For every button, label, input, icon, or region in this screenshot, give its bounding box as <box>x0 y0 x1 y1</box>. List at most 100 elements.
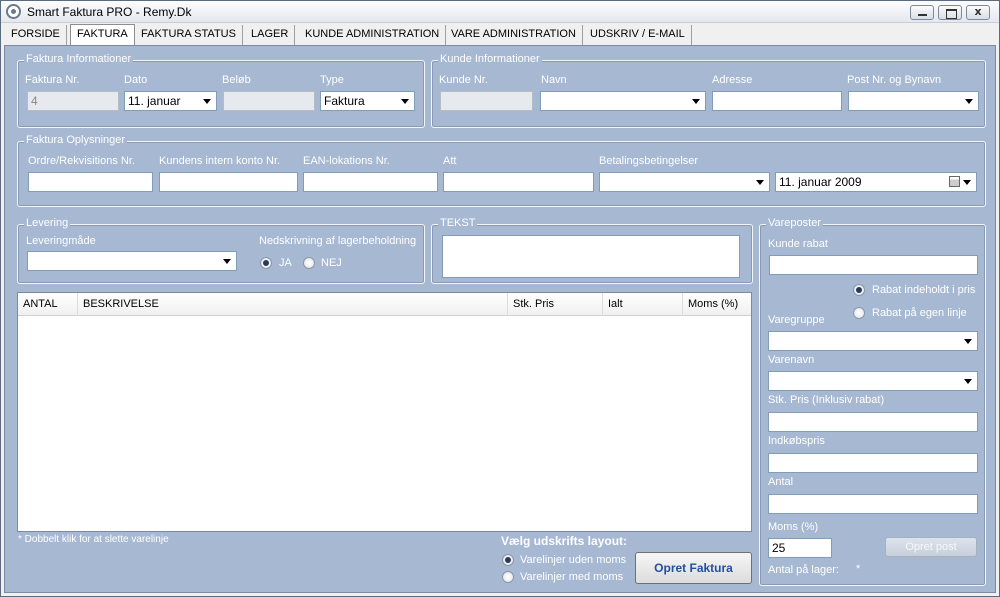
antal-lager-value: * <box>856 563 861 575</box>
adresse-field[interactable] <box>712 91 842 111</box>
varegruppe-label: Varegruppe <box>768 314 825 326</box>
belob-label: Beløb <box>222 74 251 86</box>
antal-field[interactable] <box>768 494 978 514</box>
opret-post-button[interactable]: Opret post <box>885 537 977 557</box>
layout-uden-moms-label: Varelinjer uden moms <box>520 554 627 566</box>
tab-forside[interactable]: FORSIDE <box>5 25 67 45</box>
opret-faktura-button[interactable]: Opret Faktura <box>635 552 752 584</box>
faktura-oplys-legend: Faktura Oplysninger <box>24 134 128 146</box>
calendar-icon[interactable] <box>949 176 960 187</box>
faktura-nr-label: Faktura Nr. <box>25 74 80 86</box>
konto-field[interactable] <box>159 172 298 192</box>
navn-label: Navn <box>541 74 567 86</box>
kunde-info-group: Kunde Informationer Kunde Nr. Navn Adres… <box>431 53 986 128</box>
faktura-nr-field[interactable]: 4 <box>27 91 119 111</box>
close-icon: x <box>974 5 982 18</box>
adresse-label: Adresse <box>712 74 753 86</box>
att-label: Att <box>443 155 457 167</box>
delete-hint: * Dobbelt klik for at slette varelinje <box>18 534 169 545</box>
kunde-rabat-field[interactable] <box>769 255 978 275</box>
col-antal[interactable]: ANTAL <box>18 293 78 316</box>
leveringmade-label: Leveringmåde <box>26 235 96 247</box>
col-stk-pris[interactable]: Stk. Pris <box>508 293 603 316</box>
ordre-label: Ordre/Rekvisitions Nr. <box>28 155 135 167</box>
tab-lager[interactable]: LAGER <box>245 25 296 45</box>
faktura-info-group: Faktura Informationer Faktura Nr. 4 Dato… <box>17 53 425 128</box>
levering-group: Levering Leveringmåde Nedskrivning af la… <box>17 217 425 284</box>
minimize-button[interactable] <box>910 5 934 20</box>
ja-label: JA <box>279 257 292 269</box>
konto-label: Kundens intern konto Nr. <box>159 155 281 167</box>
tab-udskriv-email[interactable]: UDSKRIV / E-MAIL <box>584 25 692 45</box>
post-label: Post Nr. og Bynavn <box>847 74 942 86</box>
kunde-nr-field[interactable] <box>440 91 533 111</box>
title-bar: Smart Faktura PRO - Remy.Dk x <box>1 1 999 23</box>
layout-med-moms-label: Varelinjer med moms <box>520 571 624 583</box>
tab-faktura-status[interactable]: FAKTURA STATUS <box>135 25 243 45</box>
dato-picker[interactable]: 11. januar <box>124 91 217 111</box>
stk-pris-label: Stk. Pris (Inklusiv rabat) <box>768 394 885 406</box>
antal-lager-label: Antal på lager: <box>768 564 839 576</box>
type-label: Type <box>320 74 344 86</box>
ja-radio[interactable] <box>260 257 272 269</box>
tab-faktura[interactable]: FAKTURA <box>70 24 135 46</box>
layout-label: Vælg udskrifts layout: <box>501 534 628 548</box>
kunde-rabat-label: Kunde rabat <box>768 238 828 250</box>
betaling-select[interactable] <box>599 172 770 192</box>
nedskrivning-label: Nedskrivning af lagerbeholdning <box>259 235 417 247</box>
betaling-date-picker[interactable]: 11. januar 2009 <box>775 172 977 192</box>
tab-bar: FORSIDE FAKTURA FAKTURA STATUS LAGER KUN… <box>1 23 999 46</box>
layout-uden-moms-radio[interactable] <box>502 554 514 566</box>
app-window: Smart Faktura PRO - Remy.Dk x FORSIDE FA… <box>0 0 1000 597</box>
close-button[interactable]: x <box>966 5 990 20</box>
vareposter-legend: Vareposter <box>766 217 823 229</box>
tab-kunde-administration[interactable]: KUNDE ADMINISTRATION <box>299 25 447 45</box>
ordre-field[interactable] <box>28 172 153 192</box>
post-select[interactable] <box>848 91 979 111</box>
main-panel: Faktura Informationer Faktura Nr. 4 Dato… <box>4 45 996 593</box>
navn-select[interactable] <box>540 91 706 111</box>
nej-radio[interactable] <box>303 257 315 269</box>
ean-label: EAN-lokations Nr. <box>303 155 390 167</box>
rabat-egen-linje-label: Rabat på egen linje <box>872 307 967 319</box>
betaling-date-value: 11. januar 2009 <box>779 175 862 189</box>
col-beskrivelse[interactable]: BESKRIVELSE <box>78 293 508 316</box>
varenavn-select[interactable] <box>768 371 978 391</box>
nej-label: NEJ <box>321 257 342 269</box>
faktura-info-legend: Faktura Informationer <box>24 53 134 65</box>
maximize-button[interactable] <box>938 5 962 20</box>
rabat-indeholdt-label: Rabat indeholdt i pris <box>872 284 976 296</box>
dato-label: Dato <box>124 74 148 86</box>
indkobspris-field[interactable] <box>768 453 978 473</box>
levering-legend: Levering <box>24 217 71 229</box>
stk-pris-field[interactable] <box>768 412 978 432</box>
ean-field[interactable] <box>303 172 438 192</box>
indkobspris-label: Indkøbspris <box>768 435 825 447</box>
rabat-indeholdt-radio[interactable] <box>853 284 865 296</box>
moms-label: Moms (%) <box>768 521 819 533</box>
betaling-label: Betalingsbetingelser <box>599 155 699 167</box>
tekst-legend: TEKST <box>438 217 478 229</box>
att-field[interactable] <box>443 172 594 192</box>
leveringmade-select[interactable] <box>27 251 237 271</box>
varegruppe-select[interactable] <box>768 331 978 351</box>
rabat-egen-linje-radio[interactable] <box>853 307 865 319</box>
app-icon <box>6 4 21 19</box>
tab-vare-administration[interactable]: VARE ADMINISTRATION <box>445 25 583 45</box>
moms-field[interactable]: 25 <box>768 538 832 558</box>
window-title: Smart Faktura PRO - Remy.Dk <box>27 5 192 19</box>
col-ialt[interactable]: Ialt <box>603 293 683 316</box>
kunde-info-legend: Kunde Informationer <box>438 53 542 65</box>
varenavn-label: Varenavn <box>768 354 815 366</box>
col-moms[interactable]: Moms (%) <box>683 293 751 316</box>
vareposter-group: Vareposter Kunde rabat Rabat indeholdt i… <box>759 217 986 586</box>
tekst-group: TEKST <box>431 217 753 284</box>
layout-med-moms-radio[interactable] <box>502 571 514 583</box>
belob-field[interactable] <box>223 91 315 111</box>
kunde-nr-label: Kunde Nr. <box>439 74 488 86</box>
tekst-textarea[interactable] <box>442 235 740 278</box>
faktura-oplys-group: Faktura Oplysninger Ordre/Rekvisitions N… <box>17 134 986 207</box>
varelinjer-table[interactable]: ANTAL BESKRIVELSE Stk. Pris Ialt Moms (%… <box>17 292 752 532</box>
antal-label: Antal <box>768 476 794 488</box>
type-select[interactable]: Faktura <box>320 91 415 111</box>
